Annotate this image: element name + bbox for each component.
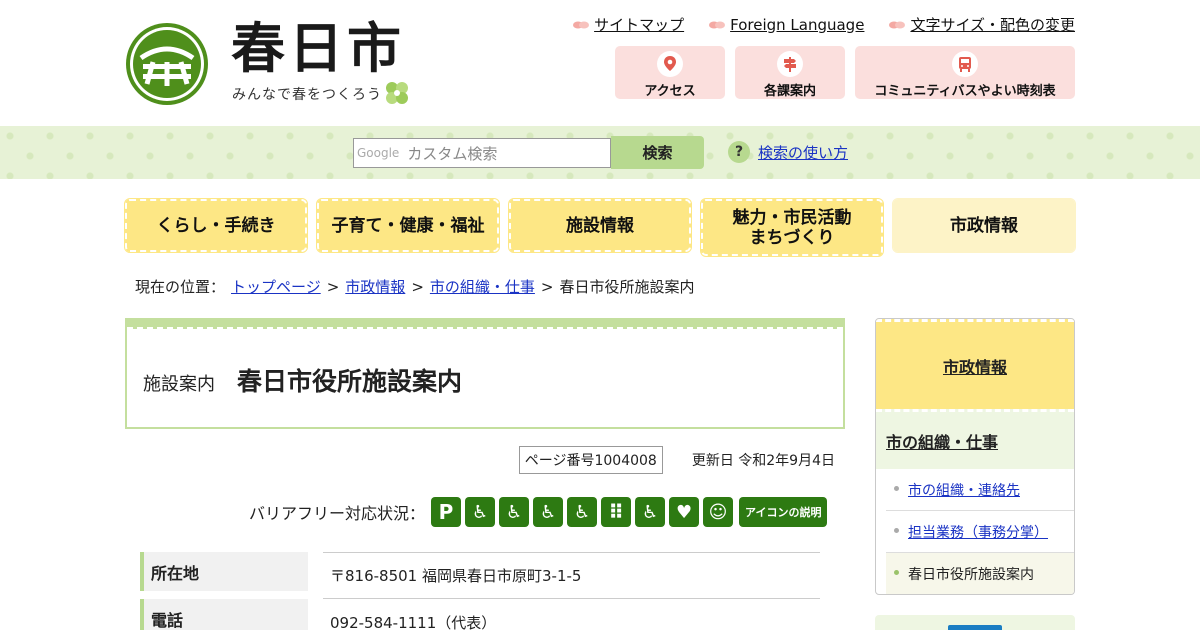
nursing-room-icon: ☺ [703, 497, 734, 527]
icon-explanation-button[interactable]: アイコンの説明 [739, 497, 828, 527]
site-title[interactable]: 春日市 [231, 14, 405, 82]
department-guide-button-label: 各課案内 [763, 84, 816, 99]
accessible-wc-icon: ♿ [499, 497, 530, 527]
page-meta: ページ番号1004008 更新日 令和2年9月4日 [518, 446, 835, 474]
search-input[interactable]: Google カスタム検索 [353, 138, 611, 168]
nav-childcare-health-welfare[interactable]: 子育て・健康・福祉 [316, 198, 500, 253]
community-bus-button-label: コミュニティバスやよい時刻表 [874, 84, 1056, 99]
access-button[interactable]: アクセス [615, 46, 725, 99]
sitemap-link-label[interactable]: サイトマップ [594, 14, 684, 35]
side-nav-current-page: 春日市役所施設案内 [908, 567, 1034, 583]
breadcrumb-separator: > [326, 277, 340, 296]
leaf-icon [889, 21, 906, 28]
quick-buttons: アクセス 各課案内 コミュニティバスやよい時刻表 [615, 46, 1075, 99]
foreign-language-link-label[interactable]: Foreign Language [730, 16, 864, 34]
title-stripe [127, 320, 843, 329]
page-category: 施設案内 [143, 374, 215, 395]
bus-icon [952, 51, 978, 77]
access-button-label: アクセス [644, 84, 696, 99]
text-size-color-link[interactable]: 文字サイズ・配色の変更 [889, 14, 1075, 35]
side-nav: 市政情報 市の組織・仕事 市の組織・連絡先 担当業務（事務分掌） 春日市役所施設… [875, 318, 1075, 595]
ramp-icon: ♿ [533, 497, 564, 527]
breadcrumb-organization-link[interactable]: 市の組織・仕事 [430, 276, 535, 297]
phone-header: 電話 [140, 599, 308, 630]
barrier-free-status: バリアフリー対応状況： P ♿ ♿ ♿ ♿ ⠿ ♿ ♥ ☺ アイコンの説明 [249, 497, 828, 527]
foreign-language-link[interactable]: Foreign Language [709, 14, 864, 35]
side-nav-organization-contacts-link[interactable]: 市の組織・連絡先 [908, 480, 1020, 500]
page-title-box: 施設案内 春日市役所施設案内 [125, 318, 845, 429]
department-guide-button[interactable]: 各課案内 [735, 46, 845, 99]
search-button[interactable]: 検索 [611, 136, 704, 169]
table-row: 所在地 〒816-8501 福岡県春日市原町3-1-5 [140, 552, 820, 599]
nav-attractions-community[interactable]: 魅力・市民活動 まちづくり [700, 198, 884, 257]
utility-links: サイトマップ Foreign Language 文字サイズ・配色の変更 [573, 14, 1075, 35]
side-nav-list: 市の組織・連絡先 担当業務（事務分掌） 春日市役所施設案内 [876, 469, 1074, 594]
help-icon: ? [728, 141, 750, 163]
facility-info-table: 所在地 〒816-8501 福岡県春日市原町3-1-5 電話 092-584-1… [140, 552, 820, 630]
search-bar-band: Google カスタム検索 検索 ? 検索の使い方 [0, 126, 1200, 179]
nav-living-procedures[interactable]: くらし・手続き [124, 198, 308, 253]
list-item: 市の組織・連絡先 [886, 469, 1074, 511]
parking-icon: P [431, 497, 462, 527]
breadcrumb-separator: > [411, 277, 424, 296]
breadcrumb: 現在の位置： トップページ > 市政情報 > 市の組織・仕事 > 春日市役所施設… [135, 276, 695, 297]
signpost-icon [777, 51, 803, 77]
list-item: 担当業務（事務分掌） [886, 511, 1074, 553]
search-help-link[interactable]: 検索の使い方 [758, 142, 848, 163]
breadcrumb-prefix: 現在の位置： [135, 278, 226, 296]
nav-facilities[interactable]: 施設情報 [508, 198, 692, 253]
kasuga-emblem-icon [126, 23, 208, 105]
search-placeholder: カスタム検索 [407, 144, 498, 163]
breadcrumb-separator: > [540, 277, 554, 296]
site-tagline: みんなで春をつくろう [232, 87, 382, 103]
site-emblem-logo[interactable] [125, 22, 209, 106]
breadcrumb-current: 春日市役所施設案内 [559, 278, 695, 296]
side-nav-duties-link[interactable]: 担当業務（事務分掌） [908, 522, 1048, 542]
address-header: 所在地 [140, 552, 308, 591]
community-bus-button[interactable]: コミュニティバスやよい時刻表 [855, 46, 1075, 99]
leaf-icon [709, 21, 726, 28]
barrier-free-label: バリアフリー対応状況： [249, 504, 426, 523]
text-size-color-link-label[interactable]: 文字サイズ・配色の変更 [910, 14, 1075, 35]
leaf-icon [573, 21, 590, 28]
elevator-icon: ♿ [567, 497, 598, 527]
phone-value: 092-584-1111（代表） [323, 599, 820, 630]
side-banner [875, 615, 1075, 630]
braille-block-icon: ⠿ [601, 497, 632, 527]
side-nav-heading[interactable]: 市政情報 [876, 319, 1074, 409]
accessible-parking-icon: ♿ [465, 497, 496, 527]
banner-image [948, 625, 1002, 630]
breadcrumb-top-link[interactable]: トップページ [231, 276, 321, 297]
page-title: 春日市役所施設案内 [237, 367, 463, 396]
nav-city-administration[interactable]: 市政情報 [892, 198, 1076, 253]
updated-date: 更新日 令和2年9月4日 [691, 453, 835, 469]
global-nav: くらし・手続き 子育て・健康・福祉 施設情報 魅力・市民活動 まちづくり 市政情… [124, 198, 1076, 257]
table-row: 電話 092-584-1111（代表） [140, 599, 820, 630]
sitemap-link[interactable]: サイトマップ [573, 14, 684, 35]
page-number: ページ番号1004008 [518, 446, 663, 474]
search-help: ? 検索の使い方 [728, 141, 848, 163]
wheelchair-rental-icon: ♿ [635, 497, 666, 527]
breadcrumb-city-admin-link[interactable]: 市政情報 [345, 276, 405, 297]
map-pin-icon [657, 51, 683, 77]
list-item-current: 春日市役所施設案内 [886, 553, 1074, 594]
google-label: Google [357, 146, 400, 160]
aed-icon: ♥ [669, 497, 700, 527]
clover-icon [383, 79, 411, 107]
side-nav-subheading[interactable]: 市の組織・仕事 [876, 409, 1074, 469]
address-value: 〒816-8501 福岡県春日市原町3-1-5 [323, 552, 820, 599]
